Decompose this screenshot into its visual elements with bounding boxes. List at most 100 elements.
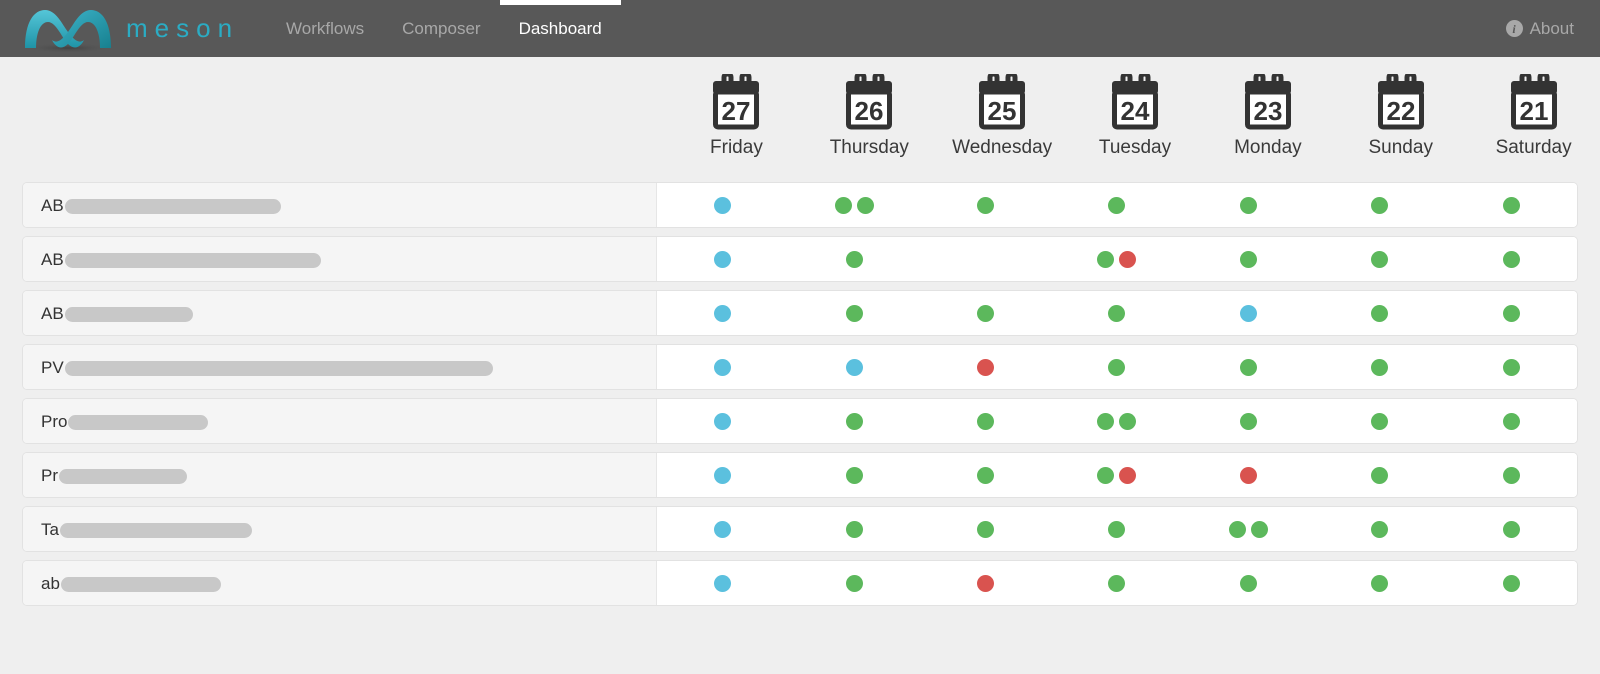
status-cell[interactable] — [1183, 507, 1314, 551]
status-dot-green[interactable] — [977, 196, 995, 214]
row-label-cell[interactable]: ab — [23, 561, 657, 605]
status-cell[interactable] — [1183, 561, 1314, 605]
status-cell[interactable] — [1314, 561, 1445, 605]
nav-item-dashboard[interactable]: Dashboard — [499, 0, 621, 57]
row-label-cell[interactable]: AB — [23, 291, 657, 335]
status-dot-green[interactable] — [856, 196, 874, 214]
status-dot-green[interactable] — [1371, 520, 1389, 538]
status-dot-blue[interactable] — [714, 196, 732, 214]
nav-item-composer[interactable]: Composer — [383, 0, 499, 57]
status-cell[interactable] — [788, 507, 919, 551]
status-cell[interactable] — [657, 507, 788, 551]
status-dot-green[interactable] — [1371, 466, 1389, 484]
status-cell[interactable] — [1314, 291, 1445, 335]
status-dot-green[interactable] — [1371, 574, 1389, 592]
status-cell[interactable] — [920, 561, 1051, 605]
table-row[interactable]: ab — [22, 560, 1578, 606]
status-dot-red[interactable] — [1239, 466, 1257, 484]
status-cell[interactable] — [657, 399, 788, 443]
status-cell[interactable] — [1446, 561, 1577, 605]
status-cell[interactable] — [788, 399, 919, 443]
status-cell[interactable] — [1314, 237, 1445, 281]
status-dot-green[interactable] — [977, 520, 995, 538]
status-cell[interactable] — [1051, 399, 1182, 443]
status-dot-green[interactable] — [834, 196, 852, 214]
status-dot-green[interactable] — [845, 574, 863, 592]
status-dot-blue[interactable] — [714, 250, 732, 268]
status-dot-blue[interactable] — [845, 358, 863, 376]
status-cell[interactable] — [1051, 507, 1182, 551]
status-dot-green[interactable] — [977, 304, 995, 322]
status-dot-blue[interactable] — [1239, 304, 1257, 322]
status-dot-green[interactable] — [1119, 412, 1137, 430]
status-dot-green[interactable] — [1108, 574, 1126, 592]
status-cell[interactable] — [1314, 345, 1445, 389]
status-cell[interactable] — [788, 345, 919, 389]
status-cell[interactable] — [1183, 237, 1314, 281]
status-cell[interactable] — [1051, 237, 1182, 281]
status-dot-green[interactable] — [1371, 412, 1389, 430]
status-cell[interactable] — [1183, 183, 1314, 227]
about-link[interactable]: i About — [1505, 19, 1582, 39]
status-cell[interactable] — [657, 183, 788, 227]
status-dot-green[interactable] — [1228, 520, 1246, 538]
status-cell[interactable] — [788, 561, 919, 605]
status-dot-green[interactable] — [977, 412, 995, 430]
status-cell[interactable] — [788, 237, 919, 281]
status-dot-green[interactable] — [1502, 250, 1520, 268]
status-dot-green[interactable] — [977, 466, 995, 484]
status-cell[interactable] — [1314, 453, 1445, 497]
status-dot-red[interactable] — [1119, 466, 1137, 484]
status-cell[interactable] — [920, 507, 1051, 551]
status-dot-green[interactable] — [1502, 196, 1520, 214]
status-cell[interactable] — [920, 183, 1051, 227]
status-cell[interactable] — [788, 183, 919, 227]
table-row[interactable]: AB — [22, 290, 1578, 336]
status-dot-green[interactable] — [845, 304, 863, 322]
row-label-cell[interactable]: Pr — [23, 453, 657, 497]
status-cell[interactable] — [1314, 507, 1445, 551]
table-row[interactable]: Pr — [22, 452, 1578, 498]
status-cell[interactable] — [1446, 345, 1577, 389]
status-dot-green[interactable] — [1502, 466, 1520, 484]
status-dot-red[interactable] — [1119, 250, 1137, 268]
status-dot-red[interactable] — [977, 574, 995, 592]
status-cell[interactable] — [788, 453, 919, 497]
status-cell[interactable] — [920, 345, 1051, 389]
status-cell[interactable] — [1051, 183, 1182, 227]
status-dot-green[interactable] — [1097, 412, 1115, 430]
status-dot-green[interactable] — [1108, 520, 1126, 538]
status-dot-green[interactable] — [1239, 574, 1257, 592]
status-cell[interactable] — [1183, 453, 1314, 497]
status-dot-blue[interactable] — [714, 574, 732, 592]
status-cell[interactable] — [1051, 561, 1182, 605]
status-dot-green[interactable] — [1502, 412, 1520, 430]
status-dot-green[interactable] — [845, 250, 863, 268]
status-dot-blue[interactable] — [714, 466, 732, 484]
table-row[interactable]: Pro — [22, 398, 1578, 444]
status-cell[interactable] — [657, 561, 788, 605]
status-cell[interactable] — [657, 237, 788, 281]
status-cell[interactable] — [1446, 507, 1577, 551]
status-dot-green[interactable] — [1239, 250, 1257, 268]
status-dot-green[interactable] — [1250, 520, 1268, 538]
status-cell[interactable] — [920, 453, 1051, 497]
status-dot-green[interactable] — [1108, 358, 1126, 376]
status-cell[interactable] — [1183, 399, 1314, 443]
row-label-cell[interactable]: AB — [23, 237, 657, 281]
row-label-cell[interactable]: Pro — [23, 399, 657, 443]
status-cell[interactable] — [1446, 399, 1577, 443]
status-cell[interactable] — [657, 345, 788, 389]
status-cell[interactable] — [1446, 237, 1577, 281]
status-dot-green[interactable] — [1097, 250, 1115, 268]
table-row[interactable]: Ta — [22, 506, 1578, 552]
status-dot-blue[interactable] — [714, 304, 732, 322]
status-dot-green[interactable] — [845, 466, 863, 484]
brand-logo-link[interactable]: meson — [20, 0, 239, 57]
status-cell[interactable] — [788, 291, 919, 335]
row-label-cell[interactable]: PV — [23, 345, 657, 389]
status-dot-green[interactable] — [1371, 304, 1389, 322]
status-dot-green[interactable] — [845, 520, 863, 538]
status-dot-red[interactable] — [977, 358, 995, 376]
status-dot-green[interactable] — [1239, 412, 1257, 430]
